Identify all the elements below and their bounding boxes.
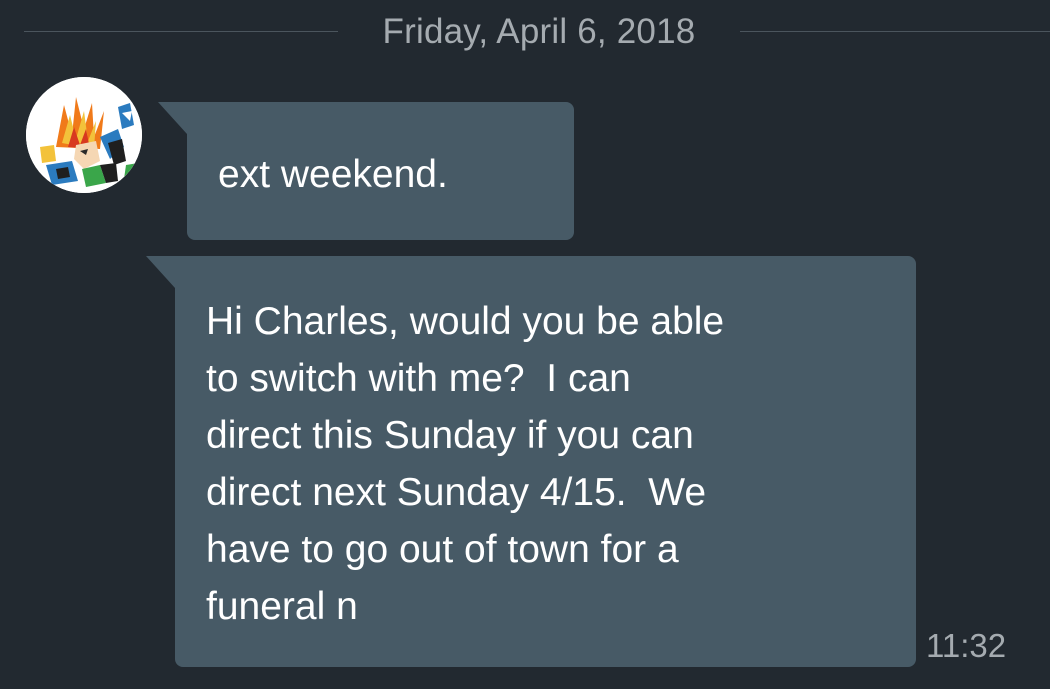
contact-avatar[interactable] (26, 77, 142, 193)
message-bubble[interactable]: ext weekend. (158, 102, 574, 240)
conversation-screen: Friday, April 6, 2018 ext weekend. Hi Ch… (0, 0, 1050, 689)
divider-line-right (740, 31, 1050, 32)
date-divider: Friday, April 6, 2018 (0, 0, 1050, 66)
message-text: Hi Charles, would you be able to switch … (206, 300, 725, 628)
divider-line-left (24, 31, 338, 32)
message-bubble[interactable]: Hi Charles, would you be able to switch … (146, 256, 916, 667)
message-timestamp: 11:32 (926, 627, 1007, 664)
message-text: ext weekend. (218, 153, 448, 196)
date-label: Friday, April 6, 2018 (382, 12, 696, 51)
bubble-tail (146, 256, 175, 288)
bubble-tail (158, 102, 187, 134)
anime-character-avatar-icon (26, 77, 142, 193)
